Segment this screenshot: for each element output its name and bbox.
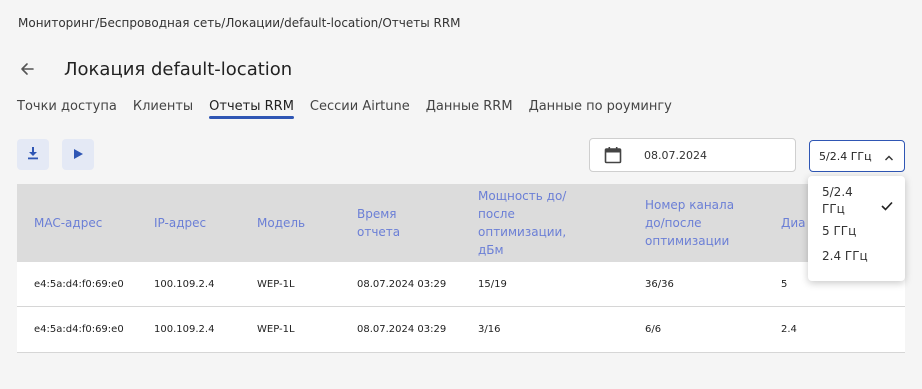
tab-roaming-data[interactable]: Данные по роумингу (529, 99, 672, 119)
date-picker[interactable]: 08.07.2024 (589, 138, 796, 172)
column-header-report-time[interactable]: Время отчета (357, 184, 429, 262)
tab-airtune-sessions[interactable]: Сессии Airtune (310, 99, 410, 119)
cell-model: WEP-1L (257, 278, 295, 290)
download-icon (26, 145, 40, 164)
band-select-value: 5/2.4 ГГц (819, 149, 872, 163)
breadcrumb[interactable]: Мониторинг/Беспроводная сеть/Локации/def… (18, 16, 461, 30)
tab-clients[interactable]: Клиенты (133, 99, 193, 119)
column-header-mac[interactable]: MAC-адрес (34, 184, 102, 262)
play-icon (72, 145, 84, 164)
table-row[interactable]: e4:5a:d4:f0:69:e0 100.109.2.4 WEP-1L 08.… (17, 307, 905, 353)
cell-band: 2.4 (781, 324, 797, 335)
checkmark-icon (881, 196, 893, 215)
table-row[interactable]: e4:5a:d4:f0:69:e0 100.109.2.4 WEP-1L 08.… (17, 262, 905, 307)
date-value: 08.07.2024 (644, 148, 707, 162)
band-option-label: 5/2.4 ГГц (822, 185, 853, 216)
tab-rrm-reports[interactable]: Отчеты RRM (209, 99, 294, 119)
band-option-label: 5 ГГц (822, 224, 857, 238)
table-header: MAC-адрес IP-адрес Модель Время отчета М… (17, 184, 905, 262)
cell-ip: 100.109.2.4 (154, 278, 215, 290)
back-arrow-icon[interactable] (18, 60, 36, 78)
title-row: Локация default-location (18, 56, 292, 82)
band-option-5-2-4[interactable]: 5/2.4 ГГц (808, 184, 870, 218)
chevron-up-icon (884, 147, 894, 166)
tabs: Точки доступа Клиенты Отчеты RRM Сессии … (17, 99, 688, 121)
page-title: Локация default-location (64, 58, 293, 80)
cell-channel: 36/36 (645, 278, 674, 290)
band-option-5[interactable]: 5 ГГц (808, 223, 905, 240)
cell-power: 15/19 (478, 278, 507, 290)
band-option-label: 2.4 ГГц (822, 249, 868, 263)
column-header-channel[interactable]: Номер канала до/после оптимизации (645, 184, 755, 262)
tab-access-points[interactable]: Точки доступа (17, 99, 117, 119)
cell-report-time: 08.07.2024 03:29 (357, 324, 447, 335)
cell-band: 5 (781, 278, 788, 290)
band-dropdown-menu: 5/2.4 ГГц 5 ГГц 2.4 ГГц (808, 176, 905, 281)
cell-ip: 100.109.2.4 (154, 324, 215, 335)
rrm-reports-table: MAC-адрес IP-адрес Модель Время отчета М… (17, 184, 905, 353)
download-button[interactable] (17, 139, 49, 170)
cell-power: 3/16 (478, 324, 501, 335)
band-option-2-4[interactable]: 2.4 ГГц (808, 248, 905, 265)
cell-model: WEP-1L (257, 324, 295, 335)
cell-channel: 6/6 (645, 324, 662, 335)
cell-report-time: 08.07.2024 03:29 (357, 278, 447, 290)
run-report-button[interactable] (62, 139, 94, 170)
band-select[interactable]: 5/2.4 ГГц (809, 140, 905, 172)
column-header-ip[interactable]: IP-адрес (154, 184, 206, 262)
column-header-band[interactable]: Диа (781, 184, 806, 262)
cell-mac: e4:5a:d4:f0:69:e0 (34, 278, 124, 290)
cell-mac: e4:5a:d4:f0:69:e0 (34, 324, 124, 335)
column-header-model[interactable]: Модель (257, 184, 305, 262)
tab-rrm-data[interactable]: Данные RRM (426, 99, 513, 119)
calendar-icon[interactable] (604, 145, 624, 165)
column-header-power[interactable]: Мощность до/после оптимизации, дБм (478, 184, 588, 262)
